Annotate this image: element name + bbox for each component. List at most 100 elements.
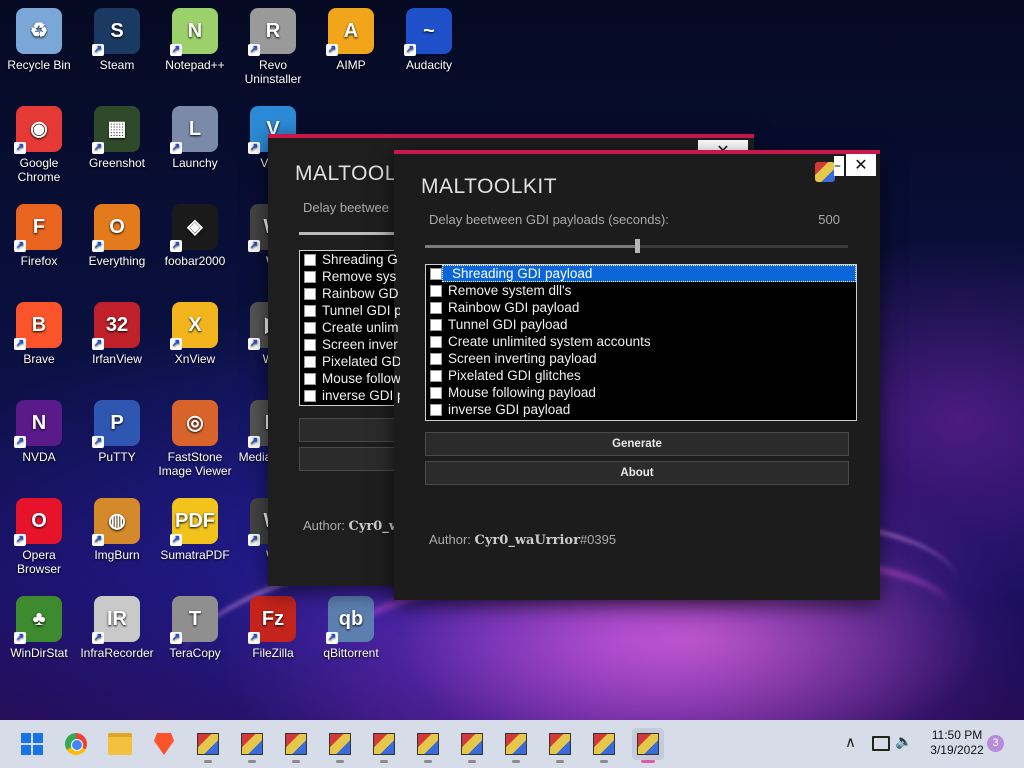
maltoolkit-taskbar-button[interactable] <box>236 728 268 763</box>
desktop-icon-aimp[interactable]: A ↗ AIMP <box>312 8 390 72</box>
checkbox[interactable] <box>430 403 442 416</box>
checkbox[interactable] <box>304 253 316 266</box>
generate-button[interactable] <box>299 418 401 442</box>
maltoolkit-taskbar-button[interactable] <box>324 728 356 763</box>
payload-item-create-unlimited-system-accounts[interactable]: Create unlimited system accounts <box>426 333 856 350</box>
desktop-icon-recycle-bin[interactable]: ♻ Recycle Bin <box>0 8 78 72</box>
desktop-icon-putty[interactable]: P ↗ PuTTY <box>78 400 156 464</box>
maltoolkit-window[interactable]: – ✕ MALTOOLKIT Delay beetween GDI payloa… <box>394 150 880 600</box>
maltoolkit-taskbar-button[interactable] <box>280 728 312 763</box>
checkbox[interactable] <box>430 267 442 280</box>
payload-item-shreading-gdi-payload[interactable]: Shreading GDI payload <box>426 265 856 282</box>
maltoolkit-taskbar-button[interactable] <box>456 728 488 763</box>
maltoolkit-taskbar-button[interactable] <box>544 728 576 763</box>
network-icon[interactable] <box>872 736 890 751</box>
desktop-icon-greenshot[interactable]: ▦ ↗ Greenshot <box>78 106 156 170</box>
payload-item[interactable]: Mouse follow <box>300 370 400 387</box>
desktop-icon-google-chrome[interactable]: ◉ ↗ Google Chrome <box>0 106 78 184</box>
checkbox[interactable] <box>430 318 442 331</box>
checkbox[interactable] <box>304 355 316 368</box>
checkbox[interactable] <box>304 389 316 402</box>
payload-item-tunnel-gdi-payload[interactable]: Tunnel GDI payload <box>426 316 856 333</box>
delay-slider-thumb[interactable] <box>634 239 640 253</box>
desktop-icon-nvda[interactable]: N ↗ NVDA <box>0 400 78 464</box>
about-button[interactable] <box>299 447 401 471</box>
running-indicator <box>600 760 608 763</box>
desktop-icon-sumatrapdf[interactable]: PDF ↗ SumatraPDF <box>156 498 234 562</box>
desktop-icon-imgburn[interactable]: ◍ ↗ ImgBurn <box>78 498 156 562</box>
maltoolkit-taskbar-button[interactable] <box>632 728 664 763</box>
checkbox[interactable] <box>430 352 442 365</box>
close-icon[interactable]: ✕ <box>846 154 876 176</box>
checkbox[interactable] <box>304 304 316 317</box>
payload-item-mouse-following-payload[interactable]: Mouse following payload <box>426 384 856 401</box>
payload-checklist[interactable]: Shreading G Remove sys Rainbow GD Tunnel GD… <box>299 250 401 406</box>
author-name: Cyr0_waUrrior <box>474 533 580 548</box>
checkbox[interactable] <box>430 386 442 399</box>
payload-item[interactable]: Create unlim <box>300 319 400 336</box>
checkbox[interactable] <box>430 301 442 314</box>
tray-overflow-icon[interactable]: ∧ <box>845 733 856 751</box>
desktop-icon-launchy[interactable]: L ↗ Launchy <box>156 106 234 170</box>
checkbox[interactable] <box>430 335 442 348</box>
desktop-icon-faststone-image-viewer[interactable]: ◎ FastStone Image Viewer <box>156 400 234 478</box>
payload-item[interactable]: Screen inver <box>300 336 400 353</box>
payload-item-inverse-gdi-payload[interactable]: inverse GDI payload <box>426 401 856 418</box>
payload-item[interactable]: Tunnel GDI p <box>300 302 400 319</box>
payload-item-remove-system-dll-s[interactable]: Remove system dll's <box>426 282 856 299</box>
checkbox[interactable] <box>304 270 316 283</box>
payload-item[interactable]: inverse GDI p <box>300 387 400 404</box>
desktop-icon-everything[interactable]: O ↗ Everything <box>78 204 156 268</box>
chrome-taskbar-icon[interactable] <box>60 728 92 760</box>
desktop-icon-firefox[interactable]: F ↗ Firefox <box>0 204 78 268</box>
desktop-icon-revo-uninstaller[interactable]: R ↗ Revo Uninstaller <box>234 8 312 86</box>
payload-checklist[interactable]: Shreading GDI payload Remove system dll's… <box>425 264 857 421</box>
desktop-icon-infrarecorder[interactable]: IR ↗ InfraRecorder <box>78 596 156 660</box>
volume-icon[interactable]: 🔈 <box>895 734 912 750</box>
desktop-icon-qbittorrent[interactable]: qb ↗ qBittorrent <box>312 596 390 660</box>
desktop-icon-opera-browser[interactable]: O ↗ Opera Browser <box>0 498 78 576</box>
checkbox[interactable] <box>430 369 442 382</box>
start-button[interactable] <box>16 728 48 760</box>
payload-item-rainbow-gdi-payload[interactable]: Rainbow GDI payload <box>426 299 856 316</box>
payload-item-pixelated-gdi-glitches[interactable]: Pixelated GDI glitches <box>426 367 856 384</box>
brave-taskbar-icon[interactable] <box>148 728 180 760</box>
desktop-icon-audacity[interactable]: ~ ↗ Audacity <box>390 8 468 72</box>
payload-item[interactable]: Remove sys <box>300 268 400 285</box>
maltoolkit-taskbar-button[interactable] <box>500 728 532 763</box>
maltoolkit-taskbar-button[interactable] <box>412 728 444 763</box>
checkbox[interactable] <box>304 321 316 334</box>
shortcut-arrow-icon: ↗ <box>14 240 26 252</box>
maltoolkit-taskbar-button[interactable] <box>192 728 224 763</box>
checkbox[interactable] <box>304 338 316 351</box>
generate-button[interactable]: Generate <box>425 432 849 456</box>
desktop-icon-filezilla[interactable]: Fz ↗ FileZilla <box>234 596 312 660</box>
payload-item[interactable]: Pixelated GD <box>300 353 400 370</box>
desktop-icon-steam[interactable]: S ↗ Steam <box>78 8 156 72</box>
file-explorer-icon[interactable] <box>104 728 136 760</box>
desktop-icon-teracopy[interactable]: T ↗ TeraCopy <box>156 596 234 660</box>
about-button[interactable]: About <box>425 461 849 485</box>
putty-icon: P ↗ <box>92 400 140 448</box>
maltoolkit-app-icon <box>417 733 439 755</box>
clock[interactable]: 11:50 PM 3/19/2022 <box>922 728 992 758</box>
desktop-icon-windirstat[interactable]: ♣ ↗ WinDirStat <box>0 596 78 660</box>
maltoolkit-taskbar-button[interactable] <box>368 728 400 763</box>
payload-item[interactable]: Rainbow GD <box>300 285 400 302</box>
payload-item-screen-inverting-payload[interactable]: Screen inverting payload <box>426 350 856 367</box>
author-credit: Author: Cyr0_w <box>303 518 400 534</box>
minimize-icon[interactable]: – <box>834 156 844 176</box>
desktop-icon-foobar2000[interactable]: ◈ ↗ foobar2000 <box>156 204 234 268</box>
delay-slider[interactable] <box>299 232 399 235</box>
desktop-icon-label: SumatraPDF <box>160 548 230 562</box>
desktop-icon-irfanview[interactable]: 32 ↗ IrfanView <box>78 302 156 366</box>
checkbox[interactable] <box>304 287 316 300</box>
payload-item[interactable]: Shreading G <box>300 251 400 268</box>
notification-badge[interactable]: 3 <box>987 735 1004 752</box>
maltoolkit-taskbar-button[interactable] <box>588 728 620 763</box>
desktop-icon-xnview[interactable]: X ↗ XnView <box>156 302 234 366</box>
checkbox[interactable] <box>430 284 442 297</box>
desktop-icon-notepad[interactable]: N ↗ Notepad++ <box>156 8 234 72</box>
desktop-icon-brave[interactable]: B ↗ Brave <box>0 302 78 366</box>
checkbox[interactable] <box>304 372 316 385</box>
